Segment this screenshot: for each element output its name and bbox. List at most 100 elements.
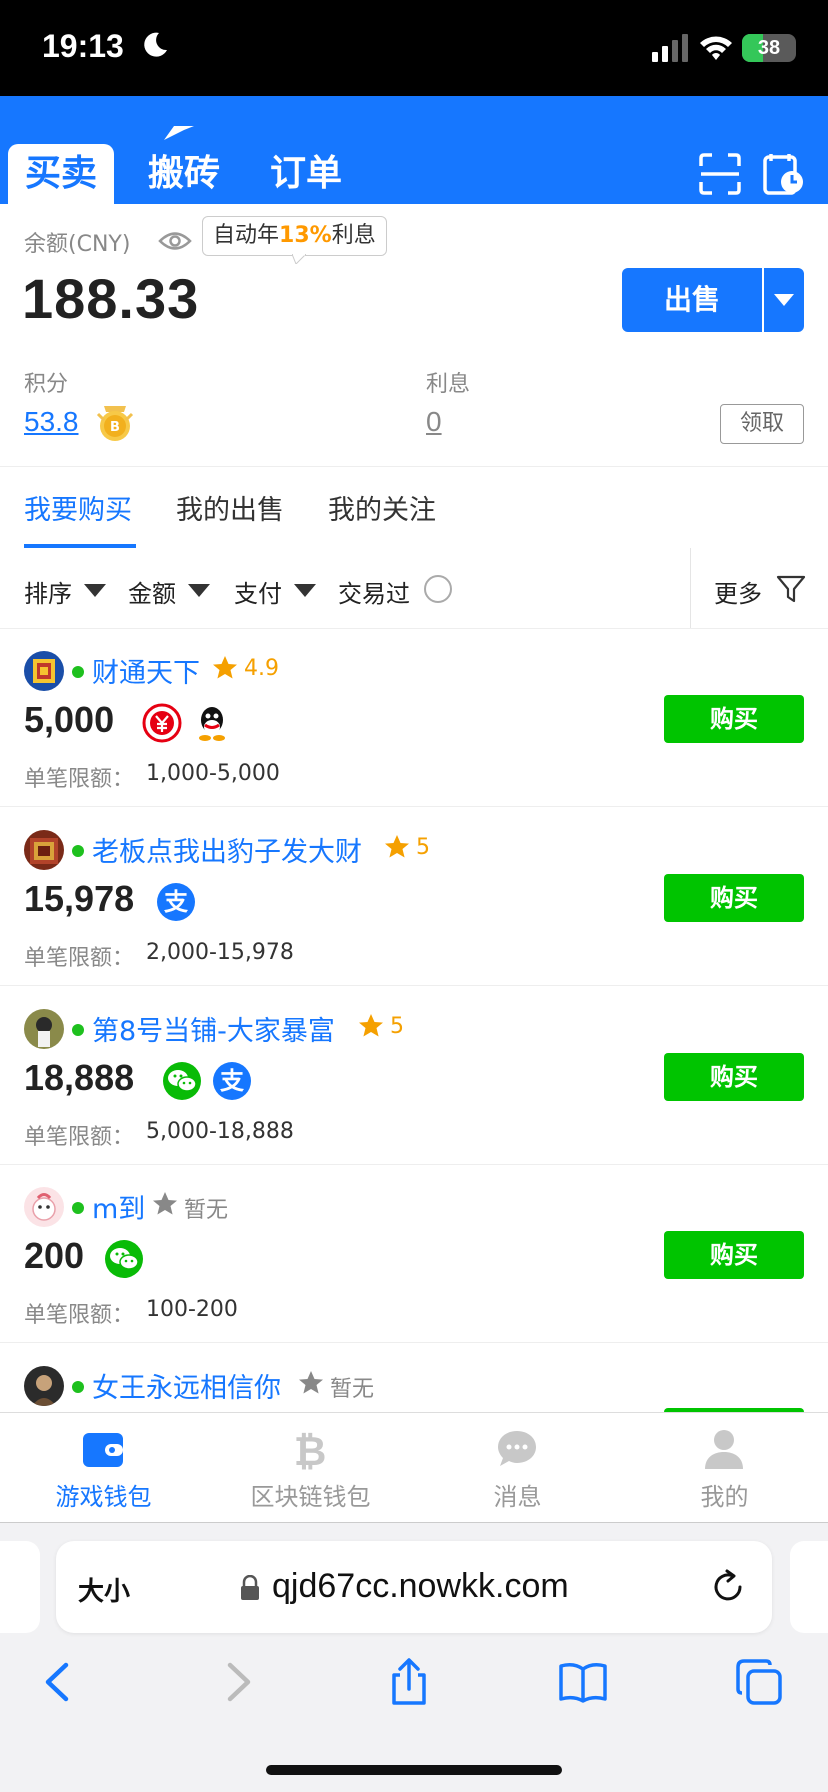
buy-button[interactable]: 购买 [664,874,804,922]
svg-text:₿: ₿ [294,1429,327,1471]
listing-amount: 200 [24,1235,85,1276]
avatar[interactable] [24,651,64,691]
filter-payment[interactable]: 支付 [234,574,282,609]
svg-text:支: 支 [220,1067,245,1095]
seller-name[interactable]: 第8号当铺-大家暴富 [92,1009,335,1048]
list-item: 女王永远相信你 暂无 [0,1344,828,1412]
back-icon[interactable] [34,1657,84,1707]
sell-button[interactable]: 出售 [622,268,762,332]
share-icon[interactable] [384,1657,434,1707]
listing-amount: 5,000 [24,699,115,740]
forward-icon[interactable] [212,1657,262,1707]
avatar[interactable] [24,1366,64,1406]
funnel-icon[interactable] [776,574,806,604]
filter-separator [690,548,691,628]
seller-name[interactable]: 老板点我出豹子发大财 [92,830,362,869]
limit-label: 单笔限额： [24,1125,135,1150]
star-icon [213,656,237,679]
caret-down-icon [84,584,106,597]
star-icon [385,835,409,858]
alipay-icon: 支 [157,883,195,921]
balance-label: 余额(CNY) [24,232,131,257]
moon-icon [144,32,167,57]
nav-messages[interactable]: 消息 [414,1413,621,1523]
history-clock-icon[interactable] [762,152,806,196]
url-text[interactable]: qjd67cc.nowkk.com [272,1567,569,1606]
subtab-my-sales[interactable]: 我的出售 [176,488,284,527]
qq-icon [199,707,225,741]
tip-pointer [292,254,306,264]
filter-sort[interactable]: 排序 [24,574,72,609]
avatar[interactable] [24,1187,64,1227]
tip-suffix: 利息 [331,223,376,248]
claim-interest-button[interactable]: 领取 [720,404,804,444]
tabs-icon[interactable] [734,1657,784,1707]
interest-label: 利息 [426,372,471,397]
text-size-button[interactable]: 大小 [78,1571,130,1608]
tab-brick-moving[interactable]: 搬砖 [136,144,232,204]
online-status-dot [72,1202,84,1214]
top-header: 买卖 搬砖 订单 [0,96,828,204]
filter-amount[interactable]: 金额 [128,574,176,609]
traded-radio[interactable] [424,575,452,603]
status-bar: 19:13 38 [0,0,828,96]
caret-down-icon [294,584,316,597]
star-icon [359,1014,383,1037]
online-status-dot [72,1381,84,1393]
bookmarks-icon[interactable] [558,1657,608,1707]
list-item: 第8号当铺-大家暴富 5 18,888 支 单笔限额： 5,000-18,888… [0,987,828,1165]
browser-chrome: 大小 qjd67cc.nowkk.com [0,1522,828,1792]
reload-icon[interactable] [710,1569,746,1605]
limit-label: 单笔限额： [24,946,135,971]
list-item: 财通天下 4.9 5,000 单笔限额： 1,000-5,000 购买 [0,629,828,807]
nav-profile[interactable]: 我的 [621,1413,828,1523]
wechat-pay-icon [163,1062,201,1100]
limit-value: 5,000-18,888 [146,1119,294,1144]
tip-rate: 13% [279,223,332,248]
user-icon [705,1430,743,1469]
svg-text:B: B [110,420,120,435]
buy-button[interactable]: 购买 [664,695,804,743]
nav-label: 游戏钱包 [55,1483,152,1511]
buy-button[interactable]: 购买 [664,1053,804,1101]
online-status-dot [72,1024,84,1036]
limit-label: 单笔限额： [24,767,135,792]
points-label: 积分 [24,372,69,397]
tab-trade[interactable]: 买卖 [8,144,114,204]
sell-dropdown-button[interactable] [764,268,804,332]
avatar[interactable] [24,830,64,870]
nav-blockchain-wallet[interactable]: ₿ 区块链钱包 [207,1413,414,1523]
trophy-coin-icon: B [96,406,134,441]
points-value[interactable]: 53.8 [24,406,79,438]
next-tab-preview[interactable] [790,1541,828,1633]
subtab-following[interactable]: 我的关注 [328,488,436,527]
interest-value[interactable]: 0 [426,406,442,438]
nav-label: 消息 [493,1483,542,1511]
avatar[interactable] [24,1009,64,1049]
limit-label: 单笔限额： [24,1303,135,1328]
svg-text:支: 支 [164,888,189,916]
seller-rating: 5 [390,1014,404,1039]
limit-value: 100-200 [146,1297,238,1322]
status-time: 19:13 [42,28,124,64]
interest-rate-tip: 自动年13%利息 [202,216,387,256]
seller-name[interactable]: 财通天下 [92,651,200,690]
nav-game-wallet[interactable]: 游戏钱包 [0,1413,207,1523]
tab-orders[interactable]: 订单 [258,144,354,204]
previous-tab-preview[interactable] [0,1541,40,1633]
listing-amount: 15,978 [24,878,135,919]
limit-value: 1,000-5,000 [146,761,280,786]
scan-icon[interactable] [698,152,742,196]
eye-icon[interactable] [158,230,192,252]
buy-button[interactable]: 购买 [664,1231,804,1279]
seller-name[interactable]: m到 [92,1187,145,1226]
filter-more[interactable]: 更多 [714,574,762,609]
address-bar[interactable]: 大小 qjd67cc.nowkk.com [56,1541,772,1633]
subtab-buy[interactable]: 我要购买 [24,488,132,527]
bottom-nav: 游戏钱包 ₿ 区块链钱包 消息 我的 [0,1412,828,1522]
alipay-icon: 支 [213,1062,251,1100]
seller-rating: 5 [416,835,430,860]
seller-rating: 4.9 [244,656,279,681]
section-divider [0,466,828,467]
seller-name[interactable]: 女王永远相信你 [92,1366,281,1405]
